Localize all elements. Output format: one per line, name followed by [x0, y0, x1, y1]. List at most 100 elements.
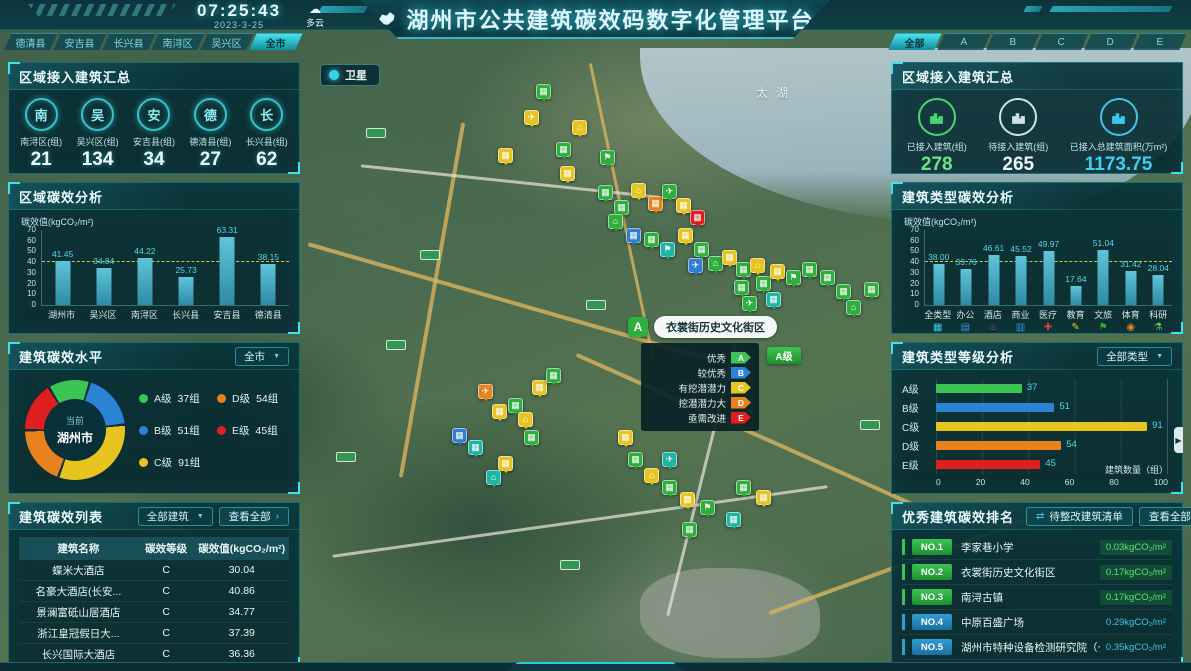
building-marker[interactable]: ▦: [802, 262, 817, 277]
map-tooltip[interactable]: A 衣裳街历史文化街区: [628, 316, 777, 338]
building-marker[interactable]: ⚑: [660, 242, 675, 257]
building-marker[interactable]: ⌂: [708, 256, 723, 271]
ranking-row[interactable]: NO.1李家巷小学0.03kgCO₂/m²: [902, 535, 1172, 560]
building-marker[interactable]: ✈: [688, 258, 703, 273]
donut-center-city: 湖州市: [57, 429, 93, 446]
building-marker[interactable]: ▦: [546, 368, 561, 383]
panel-collapse-handle[interactable]: ▶: [1174, 427, 1183, 453]
building-marker[interactable]: ▦: [452, 428, 467, 443]
type-filter-dropdown[interactable]: 全部类型▼: [1097, 347, 1172, 366]
building-marker[interactable]: ▦: [736, 480, 751, 495]
tab-grade-B[interactable]: B: [986, 33, 1040, 50]
building-marker[interactable]: ▦: [524, 430, 539, 445]
building-marker[interactable]: ▦: [532, 380, 547, 395]
tab-region-吴兴区[interactable]: 吴兴区: [200, 33, 254, 50]
summary-stat: 已接入总建筑面积(万m²)1173.75: [1070, 98, 1168, 176]
city-scope-dropdown[interactable]: 全市▼: [235, 347, 289, 366]
building-marker[interactable]: ⌂: [518, 412, 533, 427]
map-grade-legend: 优秀A较优秀B有挖潜潜力C挖潜潜力大D亟需改进E A级: [641, 343, 759, 431]
ranking-row[interactable]: NO.3南浔古镇0.17kgCO₂/m²: [902, 585, 1172, 610]
tab-region-全市[interactable]: 全市: [249, 33, 303, 50]
view-all-button[interactable]: 查看全部›: [1139, 507, 1191, 526]
ranking-row[interactable]: NO.4中原百盛广场0.29kgCO₂/m²: [902, 610, 1172, 635]
panel-title: 建筑碳效水平: [19, 347, 103, 366]
tab-grade-全部[interactable]: 全部: [888, 33, 942, 50]
tab-grade-A[interactable]: A: [937, 33, 991, 50]
ranking-row[interactable]: NO.2衣裳街历史文化街区0.17kgCO₂/m²: [902, 560, 1172, 585]
building-marker[interactable]: ▦: [598, 185, 613, 200]
building-marker[interactable]: ▦: [726, 512, 741, 527]
panel-title: 建筑碳效列表: [19, 507, 103, 526]
building-marker[interactable]: ▦: [498, 456, 513, 471]
building-marker[interactable]: ▦: [628, 452, 643, 467]
building-marker[interactable]: ⌂: [486, 470, 501, 485]
building-marker[interactable]: ▦: [766, 292, 781, 307]
donut-center-caption: 当前: [66, 414, 84, 427]
building-marker[interactable]: ▦: [644, 232, 659, 247]
building-marker[interactable]: ⌂: [644, 468, 659, 483]
tab-grade-E[interactable]: E: [1133, 33, 1187, 50]
building-icon: [1100, 98, 1138, 136]
building-marker[interactable]: ✈: [524, 110, 539, 125]
building-marker[interactable]: ⌂: [631, 183, 646, 198]
building-marker[interactable]: ✈: [478, 384, 493, 399]
building-marker[interactable]: ✈: [742, 296, 757, 311]
building-marker[interactable]: ▦: [694, 242, 709, 257]
building-marker[interactable]: ✈: [662, 184, 677, 199]
road-sign: [336, 452, 356, 462]
building-marker[interactable]: ▦: [736, 262, 751, 277]
building-marker[interactable]: ▦: [678, 228, 693, 243]
building-marker[interactable]: ⌂: [572, 120, 587, 135]
building-marker[interactable]: ▦: [722, 250, 737, 265]
building-marker[interactable]: ▦: [560, 166, 575, 181]
y-axis-unit-label: 碳效值(kgCO₂/m²): [9, 210, 299, 228]
building-marker[interactable]: ▦: [536, 84, 551, 99]
building-marker[interactable]: ▦: [864, 282, 879, 297]
tab-region-南浔区[interactable]: 南浔区: [151, 33, 205, 50]
table-row[interactable]: 名豪大酒店(长安...C40.86: [19, 581, 289, 602]
building-marker[interactable]: ▦: [492, 404, 507, 419]
table-row[interactable]: 景澜富砥山居酒店C34.77: [19, 602, 289, 623]
building-marker[interactable]: ⚑: [700, 500, 715, 515]
building-marker[interactable]: ▦: [556, 142, 571, 157]
building-marker[interactable]: ▦: [468, 440, 483, 455]
building-marker[interactable]: ▦: [690, 210, 705, 225]
building-marker[interactable]: ▦: [508, 398, 523, 413]
building-marker[interactable]: ▦: [682, 522, 697, 537]
building-marker[interactable]: ▦: [836, 284, 851, 299]
building-marker[interactable]: ▦: [734, 280, 749, 295]
building-marker[interactable]: ▦: [614, 200, 629, 215]
tab-region-德清县[interactable]: 德清县: [4, 33, 58, 50]
building-marker[interactable]: ⌂: [608, 214, 623, 229]
building-marker[interactable]: ▦: [626, 228, 641, 243]
building-marker[interactable]: ✈: [662, 452, 677, 467]
building-marker[interactable]: ▦: [676, 198, 691, 213]
tab-grade-D[interactable]: D: [1084, 33, 1138, 50]
building-marker[interactable]: ▦: [680, 492, 695, 507]
tab-region-长兴县[interactable]: 长兴县: [102, 33, 156, 50]
building-marker[interactable]: ▦: [756, 490, 771, 505]
building-marker[interactable]: ⚑: [786, 270, 801, 285]
rectify-list-button[interactable]: ⇄待整改建筑清单: [1026, 507, 1133, 526]
building-filter-dropdown[interactable]: 全部建筑▼: [138, 507, 213, 526]
tab-grade-C[interactable]: C: [1035, 33, 1089, 50]
grade-tag-icon: C: [731, 382, 751, 394]
view-all-button[interactable]: 查看全部›: [219, 507, 289, 526]
building-marker[interactable]: ▦: [618, 430, 633, 445]
table-row[interactable]: 浙江皇冠假日大...C37.39: [19, 623, 289, 644]
ranking-row[interactable]: NO.5湖州市特种设备检测研究院（长兴）0.35kgCO₂/m²: [902, 635, 1172, 660]
chevron-down-icon: ▼: [197, 513, 204, 520]
building-marker[interactable]: ▦: [662, 480, 677, 495]
building-marker[interactable]: ▦: [770, 264, 785, 279]
building-marker[interactable]: ⌂: [846, 300, 861, 315]
satellite-toggle[interactable]: 卫星: [320, 64, 380, 86]
building-marker[interactable]: ⚑: [600, 150, 615, 165]
table-row[interactable]: 蝶米大酒店C30.04: [19, 560, 289, 581]
building-marker[interactable]: ▦: [648, 196, 663, 211]
building-marker[interactable]: ▦: [498, 148, 513, 163]
tab-region-安吉县[interactable]: 安吉县: [53, 33, 107, 50]
grade-a-badge-icon: A: [628, 317, 648, 337]
building-marker[interactable]: ▦: [820, 270, 835, 285]
building-marker[interactable]: ⌂: [750, 258, 765, 273]
building-marker[interactable]: ▦: [756, 276, 771, 291]
